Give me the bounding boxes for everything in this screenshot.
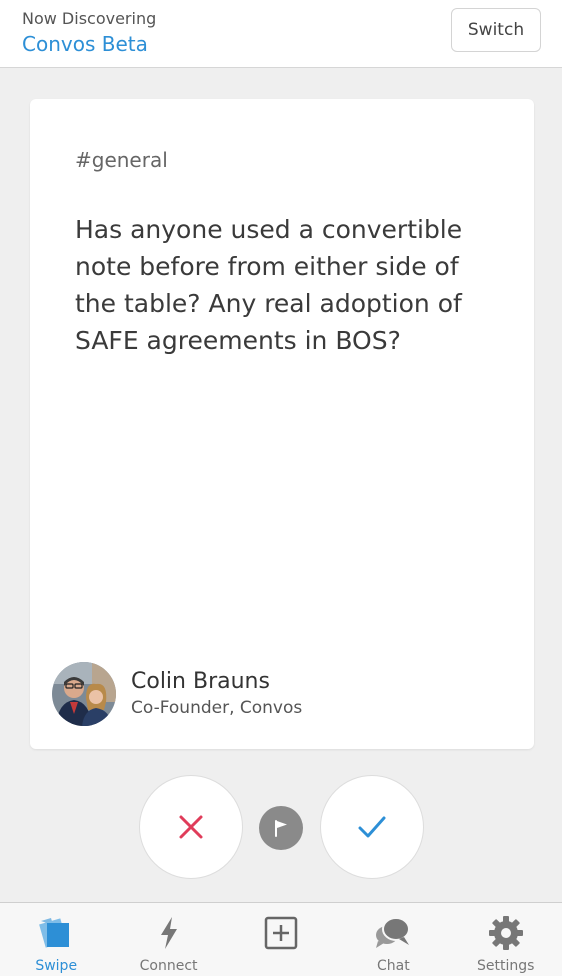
- tab-chat[interactable]: Chat: [337, 903, 449, 976]
- tab-label: Swipe: [35, 958, 78, 974]
- discovering-label: Now Discovering: [22, 9, 157, 28]
- author-name: Colin Brauns: [131, 669, 270, 694]
- flag-icon: [275, 820, 287, 837]
- flag-button[interactable]: [259, 806, 303, 850]
- reject-button[interactable]: [139, 775, 243, 879]
- author-role: Co-Founder, Convos: [131, 698, 303, 718]
- tab-label: Connect: [139, 958, 198, 974]
- community-title: Convos Beta: [22, 32, 148, 56]
- avatar: [52, 662, 116, 726]
- gear-icon: [486, 913, 526, 953]
- switch-button[interactable]: Switch: [451, 8, 541, 52]
- accept-button[interactable]: [320, 775, 424, 879]
- conversation-card[interactable]: #general Has anyone used a convertible n…: [30, 99, 534, 749]
- tab-swipe[interactable]: Swipe: [0, 903, 112, 976]
- author-info: Colin Brauns Co-Founder, Convos: [52, 662, 302, 726]
- check-icon: [358, 816, 386, 838]
- tab-label: Settings: [477, 958, 535, 974]
- tab-compose[interactable]: [225, 903, 337, 976]
- plus-square-icon: [261, 913, 301, 953]
- tab-label: Chat: [377, 958, 410, 974]
- channel-tag: #general: [75, 148, 168, 172]
- tab-settings[interactable]: Settings: [450, 903, 562, 976]
- close-icon: [179, 815, 203, 839]
- tab-connect[interactable]: Connect: [112, 903, 224, 976]
- bolt-icon: [149, 913, 189, 953]
- question-text: Has anyone used a convertible note befor…: [75, 215, 463, 355]
- tab-bar: Swipe Connect Chat Settings: [0, 902, 562, 976]
- top-header: Now Discovering Convos Beta Switch: [0, 0, 562, 68]
- chat-bubbles-icon: [373, 913, 413, 953]
- cards-icon: [36, 913, 76, 953]
